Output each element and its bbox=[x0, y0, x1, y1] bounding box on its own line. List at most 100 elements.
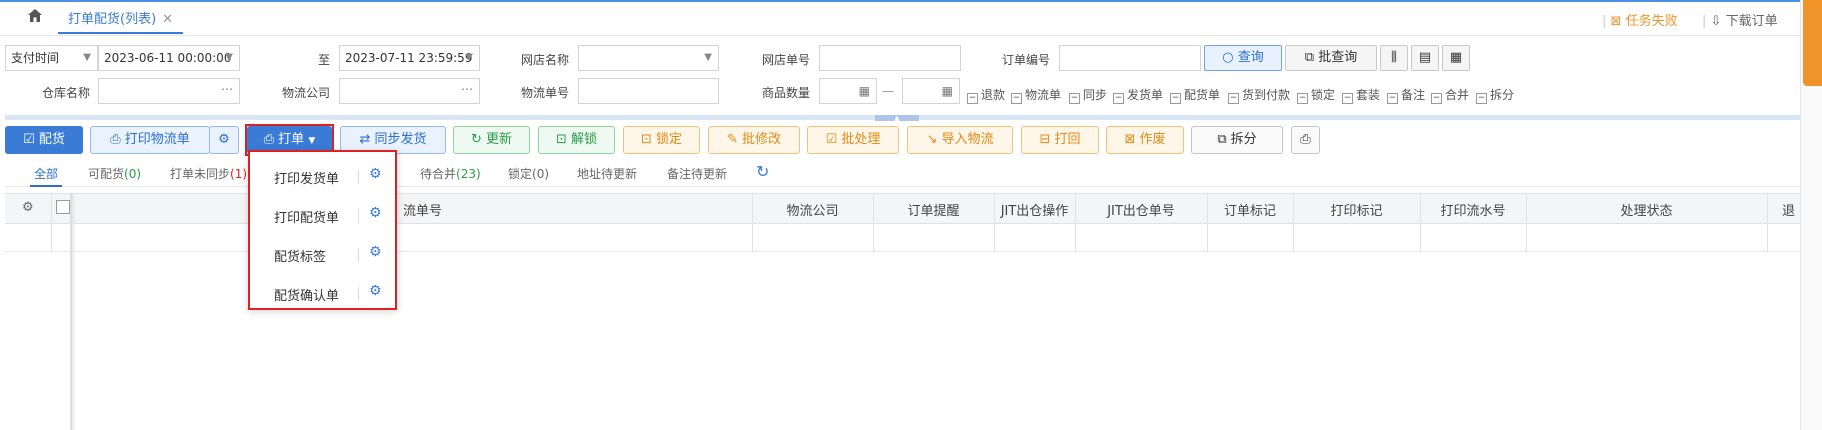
column-header-print-serial[interactable]: 打印流水号 bbox=[1420, 200, 1526, 219]
home-icon[interactable] bbox=[28, 9, 46, 25]
void-button[interactable]: ⊠ 作废 bbox=[1106, 126, 1184, 154]
checkbox-alloc-doc[interactable]: − 配货单 bbox=[1170, 86, 1220, 104]
warehouse-input[interactable]: ⋯ bbox=[98, 78, 240, 104]
column-header-order-reminder[interactable]: 订单提醒 bbox=[873, 200, 994, 219]
column-header-status[interactable]: 处理状态 bbox=[1526, 200, 1767, 219]
batch-modify-button[interactable]: ✎ 批修改 bbox=[708, 126, 800, 154]
column-header-jit-operation[interactable]: JIT出仓操作 bbox=[994, 200, 1075, 219]
grid-settings-icon[interactable]: ⚙ bbox=[22, 200, 34, 215]
column-settings-button[interactable]: ⫼ bbox=[1380, 45, 1408, 71]
checkbox-box[interactable]: − bbox=[1011, 93, 1022, 104]
gear-icon[interactable]: ⚙ bbox=[369, 283, 382, 299]
refresh-icon[interactable]: ↻ bbox=[756, 162, 769, 181]
close-icon[interactable]: ✕ bbox=[162, 12, 173, 27]
import-logistics-button[interactable]: ↘ 导入物流 bbox=[907, 126, 1013, 154]
logistics-company-input[interactable]: ⋯ bbox=[339, 78, 480, 104]
checkbox-split[interactable]: − 拆分 bbox=[1476, 86, 1514, 104]
tab-all[interactable]: 全部 bbox=[34, 165, 58, 182]
column-header-order-mark[interactable]: 订单标记 bbox=[1207, 200, 1293, 219]
more-icon[interactable]: ⋯ bbox=[221, 79, 233, 101]
checkbox-box[interactable]: − bbox=[1476, 93, 1487, 104]
allocate-button[interactable]: ☑ 配货 bbox=[5, 126, 83, 154]
divider bbox=[358, 209, 359, 223]
divider bbox=[358, 287, 359, 301]
date-from-input[interactable]: 2023-06-11 00:00:00 ▼ bbox=[98, 45, 240, 71]
order-no-input[interactable] bbox=[1059, 45, 1201, 71]
tab-address-update[interactable]: 地址待更新 bbox=[577, 165, 637, 182]
checkbox-remark[interactable]: − 备注 bbox=[1387, 86, 1425, 104]
grid-fixed-left bbox=[5, 193, 72, 430]
batch-process-button[interactable]: ☑ 批处理 bbox=[807, 126, 899, 154]
tab-print-allocate[interactable]: 打单配货(列表) ✕ bbox=[58, 0, 184, 34]
tab-remark-update[interactable]: 备注待更新 bbox=[667, 165, 727, 182]
checkbox-refund[interactable]: − 退款 bbox=[967, 86, 1005, 104]
load-query-button[interactable]: ▦ bbox=[1442, 45, 1470, 71]
checkbox-box[interactable]: − bbox=[1228, 93, 1239, 104]
unlock-button[interactable]: ⊡ 解锁 bbox=[538, 126, 615, 154]
checkbox-merge[interactable]: − 合并 bbox=[1431, 86, 1469, 104]
column-header-refund[interactable]: 退 bbox=[1782, 200, 1795, 219]
save-query-button[interactable]: ▤ bbox=[1411, 45, 1439, 71]
tab-pending-merge[interactable]: 待合并(23) bbox=[420, 165, 481, 182]
task-fail-link[interactable]: | ⊠ 任务失败 bbox=[1602, 10, 1678, 29]
shop-name-select[interactable]: ▼ bbox=[578, 45, 719, 71]
download-orders-label: 下载订单 bbox=[1725, 14, 1778, 29]
column-header-print-mark[interactable]: 打印标记 bbox=[1293, 200, 1420, 219]
checkbox-box[interactable]: − bbox=[1069, 93, 1080, 104]
gear-icon[interactable]: ⚙ bbox=[369, 205, 382, 221]
tab-label: 可配货 bbox=[88, 167, 125, 181]
tab-label: 备注待更新 bbox=[667, 167, 728, 181]
checkbox-box[interactable]: − bbox=[1387, 93, 1398, 104]
tab-allocatable[interactable]: 可配货(0) bbox=[88, 165, 141, 182]
gear-icon[interactable]: ⚙ bbox=[369, 244, 382, 260]
collapse-handle[interactable]: ▲ bbox=[875, 115, 919, 122]
quantity-max-input[interactable]: ▦ bbox=[902, 78, 960, 104]
checkbox-box[interactable]: − bbox=[1170, 93, 1181, 104]
menu-item-print-ship-doc[interactable]: 打印发货单 bbox=[274, 168, 339, 187]
checkbox-label: 配货单 bbox=[1184, 88, 1221, 102]
checkbox-box[interactable]: − bbox=[1431, 93, 1442, 104]
quantity-min-input[interactable]: ▦ bbox=[819, 78, 877, 104]
gear-icon[interactable]: ⚙ bbox=[369, 166, 382, 182]
tab-locked[interactable]: 锁定(0) bbox=[508, 165, 549, 182]
checkbox-box[interactable]: − bbox=[1342, 93, 1353, 104]
time-type-select[interactable]: 支付时间 ▼ bbox=[5, 45, 98, 71]
print-logistics-button[interactable]: ⎙ 打印物流单 bbox=[90, 126, 210, 154]
download-icon: ⇩ bbox=[1710, 14, 1722, 29]
checkbox-box[interactable]: − bbox=[1297, 93, 1308, 104]
tab-unsynced[interactable]: 打单未同步(1) bbox=[170, 165, 247, 182]
batch-query-button[interactable]: ⧉ 批查询 bbox=[1285, 45, 1377, 71]
batch-search-icon: ⧉ bbox=[1304, 50, 1315, 65]
checkbox-ship-doc[interactable]: − 发货单 bbox=[1113, 86, 1163, 104]
logistics-no-input[interactable] bbox=[578, 78, 719, 104]
column-header-jit-no[interactable]: JIT出仓单号 bbox=[1075, 200, 1207, 219]
download-orders-link[interactable]: | ⇩ 下载订单 bbox=[1702, 10, 1778, 29]
checkbox-sync[interactable]: − 同步 bbox=[1069, 86, 1107, 104]
checkbox-logistics[interactable]: − 物流单 bbox=[1011, 86, 1061, 104]
query-button[interactable]: ○ 查询 bbox=[1204, 45, 1282, 71]
menu-item-alloc-label[interactable]: 配货标签 bbox=[274, 246, 326, 265]
column-header-logistics-no[interactable]: 流单号 bbox=[403, 200, 442, 219]
print-back-button[interactable]: ⊟ 打回 bbox=[1021, 126, 1099, 154]
side-tab[interactable] bbox=[1803, 0, 1822, 86]
split-button[interactable]: ⧉ 拆分 bbox=[1191, 126, 1283, 154]
checkbox-set[interactable]: − 套装 bbox=[1342, 86, 1380, 104]
column-header-logistics-company[interactable]: 物流公司 bbox=[752, 200, 873, 219]
checkbox-box[interactable]: − bbox=[1113, 93, 1124, 104]
select-all-checkbox[interactable] bbox=[56, 200, 70, 214]
logistics-no-label: 物流单号 bbox=[521, 86, 570, 100]
menu-item-alloc-confirm[interactable]: 配货确认单 bbox=[274, 285, 339, 304]
more-icon[interactable]: ⋯ bbox=[461, 79, 473, 101]
print-button[interactable]: ⎙ bbox=[1291, 126, 1320, 154]
shop-order-input[interactable] bbox=[819, 45, 961, 71]
lock-button[interactable]: ⊡ 锁定 bbox=[623, 126, 700, 154]
warehouse-label: 仓库名称 bbox=[42, 86, 91, 100]
checkbox-box[interactable]: − bbox=[967, 93, 978, 104]
task-fail-icon: ⊠ bbox=[1610, 14, 1622, 29]
checkbox-cod[interactable]: − 货到付款 bbox=[1228, 86, 1290, 104]
date-to-input[interactable]: 2023-07-11 23:59:59 ▼ bbox=[339, 45, 480, 71]
print-logistics-settings-button[interactable]: ⚙ bbox=[209, 126, 239, 154]
checkbox-lock[interactable]: − 锁定 bbox=[1297, 86, 1335, 104]
menu-item-print-alloc-doc[interactable]: 打印配货单 bbox=[274, 207, 339, 226]
update-button[interactable]: ↻ 更新 bbox=[453, 126, 530, 154]
